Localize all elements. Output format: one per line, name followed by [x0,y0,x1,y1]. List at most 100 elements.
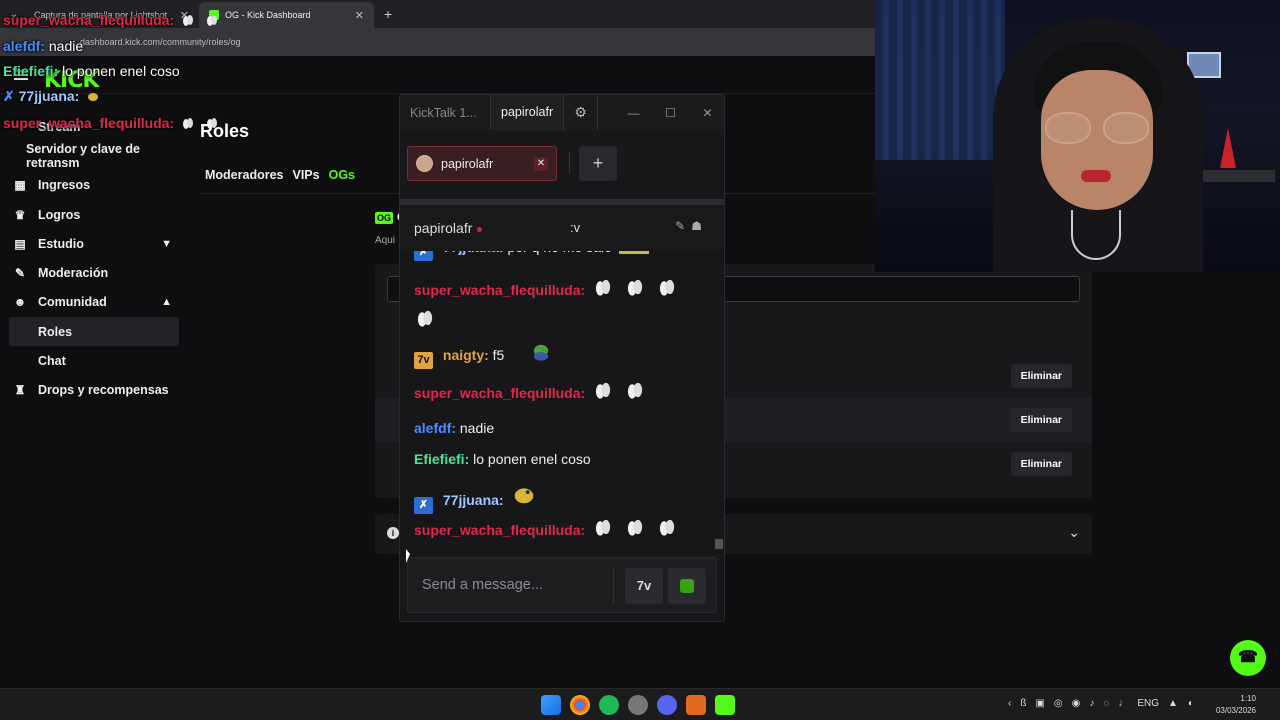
maximize-icon[interactable]: ☐ [652,106,689,120]
sidebar-item-ingresos[interactable]: ▦ Ingresos [0,171,190,200]
chat-username[interactable]: super_wacha_flequilluda: [414,522,585,538]
add-channel-button[interactable]: + [579,146,617,181]
chat-message: super_wacha_flequilluda: [414,517,681,538]
chat-username[interactable]: naigty: [443,347,489,363]
app-icon[interactable] [686,695,706,715]
eliminar-button[interactable]: Eliminar [1010,452,1072,476]
hands-emote-icon [659,519,674,536]
chat-username[interactable]: alefdf: [414,420,456,436]
kicktalk-badge-icon: 7v [414,352,433,369]
chevron-down-icon: ▼ [161,237,172,250]
scrollbar[interactable] [715,539,723,549]
kicktalk-titlebar: KickTalk 1... papirolafr ⚙ — ☐ ✕ [400,95,724,130]
chat-username[interactable]: Efiefiefi: [414,451,469,467]
chat-username[interactable]: 77jjuana: [443,492,504,508]
pin-icon[interactable]: ✎ [675,219,691,233]
fish-emote-icon [515,488,534,504]
tray-chevron-icon[interactable]: ‹ [1008,698,1011,709]
moderator-sword-icon: ✗ [3,88,15,104]
hands-emote-icon [627,382,643,399]
kick-emote-button[interactable] [668,568,706,604]
microphone-icon[interactable]: ♩ [1118,698,1128,709]
user-icon[interactable]: ☗ [691,219,708,233]
chat-channel-name: papirolafr [414,220,483,236]
kicktalk-icon[interactable] [715,695,735,715]
tray-app-icon[interactable]: ß [1020,698,1026,709]
tab-title: OG - Kick Dashboard [225,10,311,20]
overlay-chat-line: ✗ 77jjuana: [3,88,103,105]
settings-gear-icon[interactable]: ⚙ [564,95,599,130]
hands-emote-icon [183,15,194,26]
taskbar-apps [541,695,735,715]
tab-ogs[interactable]: OGs [329,168,355,182]
info-icon: i [387,527,399,539]
streamer-mouth [1081,170,1111,182]
sidebar-item-drops[interactable]: ♜ Drops y recompensas [0,376,190,405]
sidebar-item-comunidad[interactable]: ☻ Comunidad ▲ [0,288,190,317]
channel-tab-papirolafr[interactable]: papirolafr ✕ [407,146,557,181]
discord-icon[interactable] [657,695,677,715]
sidebar-item-label: Roles [38,324,73,339]
eliminar-button[interactable]: Eliminar [1010,408,1072,432]
browser-tab-kick-dashboard[interactable]: OG - Kick Dashboard ✕ [199,2,374,28]
message-input[interactable]: Send a message... [422,577,543,593]
clock-time: 1:10 [1240,694,1256,703]
network-icon[interactable]: ▲ [1168,698,1178,709]
tray-app-icon[interactable]: ◎ [1054,698,1063,709]
new-tab-button[interactable]: + [374,6,402,28]
chat-username[interactable]: super_wacha_flequilluda: [414,282,585,298]
people-icon: ☻ [13,295,27,310]
og-description: Aqui [375,235,396,246]
overlay-username: alefdf: [3,38,45,54]
url-text: dashboard.kick.com/community/roles/og [80,37,241,47]
sidebar-item-logros[interactable]: ♛ Logros [0,200,190,229]
overlay-username: 77jjuana: [18,88,80,104]
tab-vips[interactable]: VIPs [293,168,320,182]
system-clock[interactable]: 1:10 03/03/2026 [1216,693,1256,717]
chat-username[interactable]: super_wacha_flequilluda: [414,385,585,401]
tray-app-icon[interactable]: ◉ [1072,698,1081,709]
trophy-icon: ♛ [14,207,26,222]
sidebar-item-chat[interactable]: Chat [0,346,190,375]
overlay-chat-line: super_wacha_flequilluda: [3,115,222,131]
chevron-down-icon[interactable]: ⌄ [1068,524,1080,541]
webcam-feed [875,0,1280,272]
minimize-icon[interactable]: — [615,106,652,120]
sidebar-item-moderacion[interactable]: ✎ Moderación [0,258,190,287]
volume-icon[interactable]: ◖ [1187,698,1193,709]
hands-emote-icon [206,15,217,26]
tab-moderadores[interactable]: Moderadores [205,168,284,182]
studio-icon: ▤ [14,236,26,251]
role-tabs: Moderadores VIPs OGs [205,168,355,182]
kicktalk-user-button[interactable]: papirolafr [490,95,565,130]
sidebar-item-stream-key[interactable]: Servidor y clave de retransm [0,141,190,170]
obs-icon[interactable] [628,695,648,715]
speaker-icon[interactable]: ♪ [1089,698,1094,709]
sidebar-item-roles[interactable]: Roles [9,317,179,347]
chrome-icon[interactable] [570,695,590,715]
tray-app-icon[interactable]: ◌ [1103,698,1109,709]
hands-emote-icon [417,310,433,327]
chat-text: nadie [459,420,495,436]
traffic-cone [1220,128,1236,168]
system-tray: ‹ ß ▣ ◎ ◉ ♪ ◌ ♩ ENG ▲ ◖ [1008,698,1193,709]
chat-text: lo ponen enel coso [473,451,591,467]
7tv-emote-button[interactable]: 7v [625,568,663,604]
turtle-emote-icon [534,344,549,361]
streamer-necklace [1071,210,1121,260]
close-icon[interactable]: ✕ [689,106,724,120]
close-channel-icon[interactable]: ✕ [534,156,548,171]
close-tab-icon[interactable]: ✕ [355,9,364,22]
address-bar[interactable]: dashboard.kick.com/community/roles/og [0,28,875,56]
support-chat-button[interactable]: ☎ [1230,640,1266,676]
chat-message: super_wacha_flequilluda: [414,380,649,401]
sidebar-item-estudio[interactable]: ▤ Estudio ▼ [0,229,190,258]
window-controls: — ☐ ✕ [615,106,724,120]
spotify-icon[interactable] [599,695,619,715]
language-indicator[interactable]: ENG [1137,698,1159,709]
tray-app-icon[interactable]: ▣ [1035,698,1044,709]
overlay-message: nadie [48,38,84,54]
windows-start-icon[interactable] [541,695,561,715]
og-badge-icon: OG [375,212,394,224]
eliminar-button[interactable]: Eliminar [1010,364,1072,388]
